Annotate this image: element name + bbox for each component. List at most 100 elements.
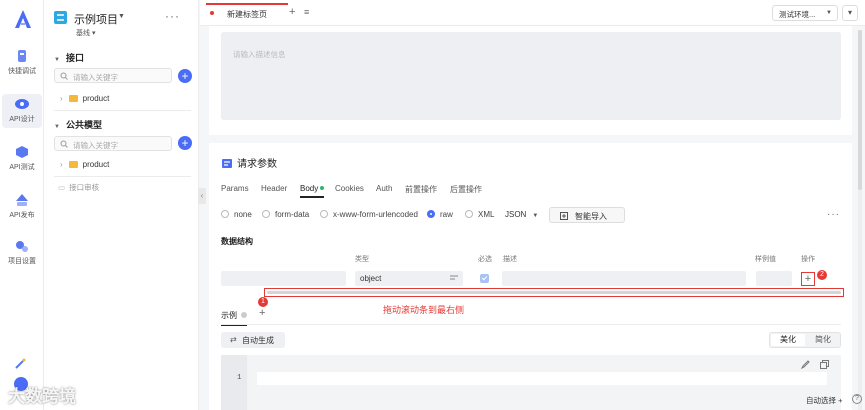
divider [54, 110, 191, 111]
add-example-icon[interactable]: + [259, 307, 265, 319]
sidebar-item-review[interactable]: ▭ 接口审核 [58, 182, 99, 193]
tree-item-product-model[interactable]: › product [60, 160, 109, 169]
radio-circle [221, 210, 229, 218]
smart-import-button[interactable]: 智能导入 [549, 207, 625, 223]
horizontal-scrollbar[interactable] [264, 288, 844, 297]
tree-item-product[interactable]: › product [60, 94, 109, 103]
search-placeholder: 请输入关键字 [73, 73, 118, 82]
chevron-down-icon: ▼ [532, 213, 539, 219]
example-field[interactable] [756, 271, 792, 286]
horizontal-scrollbar-thumb[interactable] [267, 291, 841, 294]
rail-item-api-test[interactable]: API测试 [2, 142, 42, 176]
search-input-api[interactable]: 请输入关键字 [54, 68, 172, 83]
type-select[interactable]: object [355, 271, 463, 286]
rail-item-label: API发布 [9, 212, 35, 219]
radio-xml[interactable]: XML [465, 210, 494, 219]
environment-value: 测试环境... [779, 10, 816, 19]
radio-raw[interactable]: raw [427, 210, 453, 219]
add-child-node-button[interactable]: + [801, 272, 815, 286]
tree-item-label: product [82, 160, 110, 169]
section-title-api[interactable]: ▼ 接口 [54, 51, 84, 64]
search-icon [60, 72, 68, 80]
radio-label: XML [478, 210, 495, 219]
page-scrollbar-thumb[interactable] [858, 30, 862, 190]
editor-current-line[interactable] [257, 372, 827, 385]
step-badge-1: 1 [258, 297, 268, 307]
sidebar-collapse-handle[interactable]: ‹ [198, 188, 206, 204]
environment-select[interactable]: 测试环境... ▼ [772, 5, 838, 21]
radio-circle [427, 210, 435, 218]
divider [221, 324, 841, 325]
description-input[interactable]: 请输入描述信息 [221, 32, 841, 120]
step-badge-2: 2 [817, 270, 827, 280]
auto-generate-label: 自动生成 [242, 336, 274, 345]
radio-circle [262, 210, 270, 218]
radio-label: raw [440, 210, 453, 219]
format-select[interactable]: JSON ▼ [505, 210, 538, 219]
rail-item-api-publish[interactable]: API发布 [2, 190, 42, 224]
tab-pre-actions[interactable]: 前置操作 [405, 184, 437, 195]
beautify-button[interactable]: 美化 [771, 334, 805, 346]
radio-label: x-www-form-urlencoded [333, 210, 418, 219]
tab-params[interactable]: Params [221, 184, 249, 193]
rail-item-quick-debug[interactable]: 快捷调试 [2, 46, 42, 80]
app-logo-icon[interactable] [12, 8, 34, 30]
wand-icon[interactable] [14, 358, 26, 370]
example-status-icon [241, 312, 247, 318]
radio-circle [320, 210, 328, 218]
line-number: 1 [237, 374, 242, 382]
add-model-button[interactable]: + [178, 136, 192, 150]
description-panel: 请输入描述信息 [209, 26, 852, 135]
rail-item-project-settings[interactable]: 项目设置 [2, 236, 42, 270]
project-more-icon[interactable]: ··· [165, 9, 180, 23]
search-icon [60, 140, 68, 148]
help-icon[interactable]: ? [852, 394, 862, 404]
radio-none[interactable]: none [221, 210, 252, 219]
chevron-right-icon: › [60, 160, 63, 169]
section-title-models[interactable]: ▼ 公共模型 [54, 118, 102, 131]
rail-item-label: 项目设置 [8, 258, 36, 265]
add-api-button[interactable]: + [178, 69, 192, 83]
radio-urlencoded[interactable]: x-www-form-urlencoded [320, 210, 418, 219]
review-icon: ▭ [58, 183, 66, 192]
required-checkbox[interactable] [480, 274, 489, 283]
tab-body-label: Body [300, 184, 319, 193]
chevron-down-icon: ▼ [826, 10, 832, 16]
tab-auth[interactable]: Auth [376, 184, 392, 193]
rail-item-api-design[interactable]: API设计 [2, 94, 42, 128]
auto-generate-button[interactable]: ⇄ 自动生成 [221, 332, 285, 348]
tab-cookies[interactable]: Cookies [335, 184, 364, 193]
field-name-input[interactable] [221, 271, 346, 286]
edit-icon[interactable] [801, 360, 810, 369]
tab-post-actions[interactable]: 后置操作 [450, 184, 482, 195]
search-input-models[interactable]: 请输入关键字 [54, 136, 172, 151]
add-tab-icon[interactable]: + [289, 6, 295, 18]
description-field[interactable] [502, 271, 746, 286]
active-dot-icon [320, 186, 325, 190]
api-publish-icon [16, 194, 28, 206]
example-editor[interactable]: 1 [221, 355, 841, 410]
more-options-icon[interactable]: ··· [827, 209, 840, 220]
rail-item-label: API设计 [9, 116, 35, 123]
tab-body[interactable]: Body [300, 184, 325, 198]
project-caret-icon[interactable]: ▼ [118, 13, 125, 20]
request-params-panel: 请求参数 Params Header Body Cookies Auth 前置操… [209, 143, 852, 410]
col-header-action: 操作 [801, 256, 815, 263]
project-title[interactable]: 示例项目 [74, 11, 118, 27]
request-params-title-text: 请求参数 [237, 159, 277, 170]
tab-header[interactable]: Header [261, 184, 287, 193]
environment-more-button[interactable]: ▾ [842, 5, 858, 21]
branch-selector[interactable]: 基线 ▾ [76, 28, 95, 38]
radio-form-data[interactable]: form-data [262, 210, 309, 219]
col-header-type: 类型 [355, 256, 369, 263]
auto-select-control[interactable]: 自动选择 + [806, 395, 842, 406]
tab-new[interactable]: 新建标签页 [206, 3, 288, 23]
copy-icon[interactable] [820, 360, 829, 369]
params-icon [222, 159, 232, 168]
quick-debug-icon [18, 50, 26, 62]
refresh-icon: ⇄ [230, 335, 237, 344]
folder-icon [68, 161, 78, 168]
tab-list-icon[interactable]: ≡ [304, 7, 309, 17]
simplify-button[interactable]: 简化 [806, 334, 840, 346]
settings-icon [16, 241, 28, 252]
